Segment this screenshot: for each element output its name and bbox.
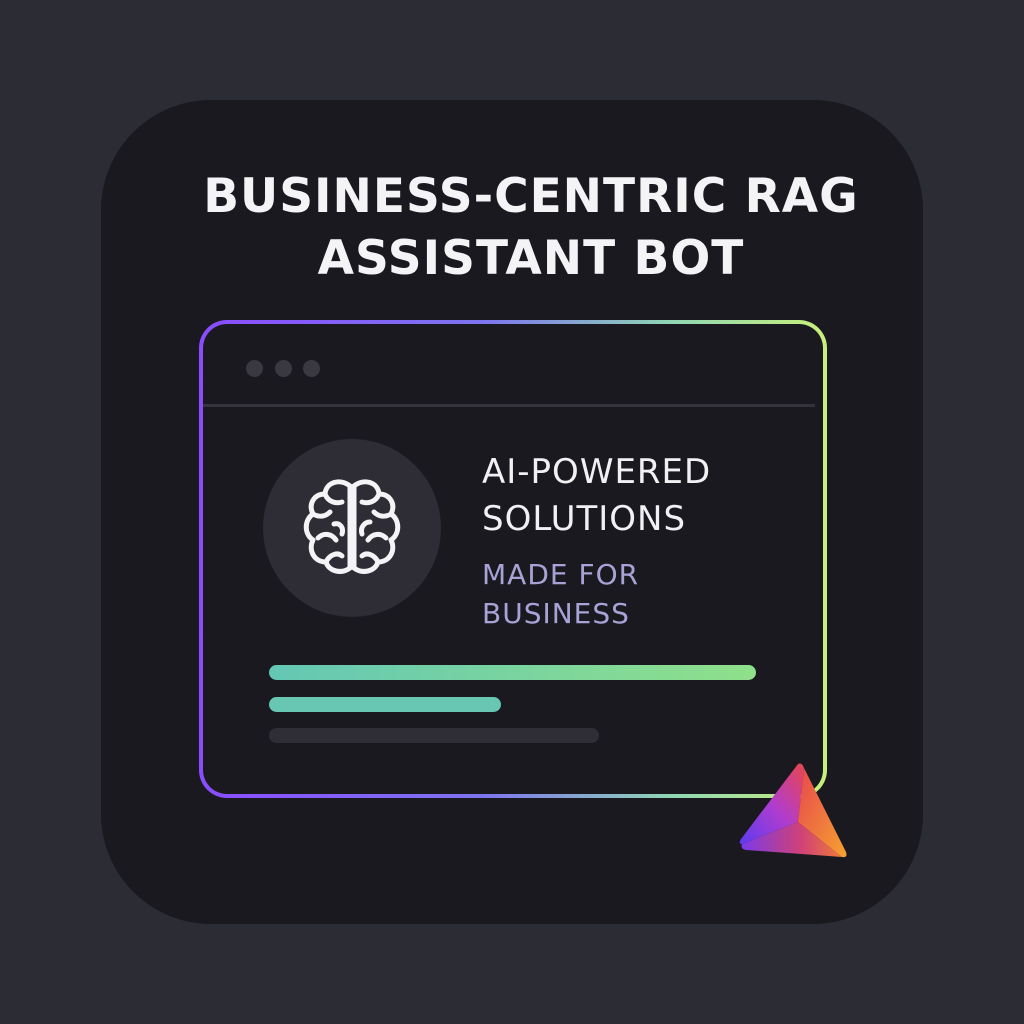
window-dot-3: [303, 360, 320, 377]
window-dot-1: [246, 360, 263, 377]
triangle-logo-icon: [739, 763, 847, 858]
subline-line-2: BUSINESS: [482, 597, 630, 630]
brain-icon: [303, 479, 401, 574]
title-line-2: ASSISTANT BOT: [317, 231, 745, 286]
feature-subline: MADE FOR BUSINESS: [482, 555, 639, 633]
brain-icon-badge: [263, 439, 441, 617]
placeholder-text-bar-1: [269, 665, 756, 680]
headline-line-2: SOLUTIONS: [482, 499, 687, 539]
placeholder-text-bar-2: [269, 697, 501, 712]
page-title: BUSINESS-CENTRIC RAG ASSISTANT BOT: [120, 166, 942, 290]
window-dot-2: [275, 360, 292, 377]
window-titlebar-divider: [203, 404, 815, 407]
title-line-1: BUSINESS-CENTRIC RAG: [203, 169, 859, 224]
feature-headline: AI-POWERED SOLUTIONS: [482, 449, 711, 543]
headline-line-1: AI-POWERED: [482, 452, 712, 492]
subline-line-1: MADE FOR: [482, 558, 640, 591]
placeholder-text-bar-3: [269, 728, 599, 743]
